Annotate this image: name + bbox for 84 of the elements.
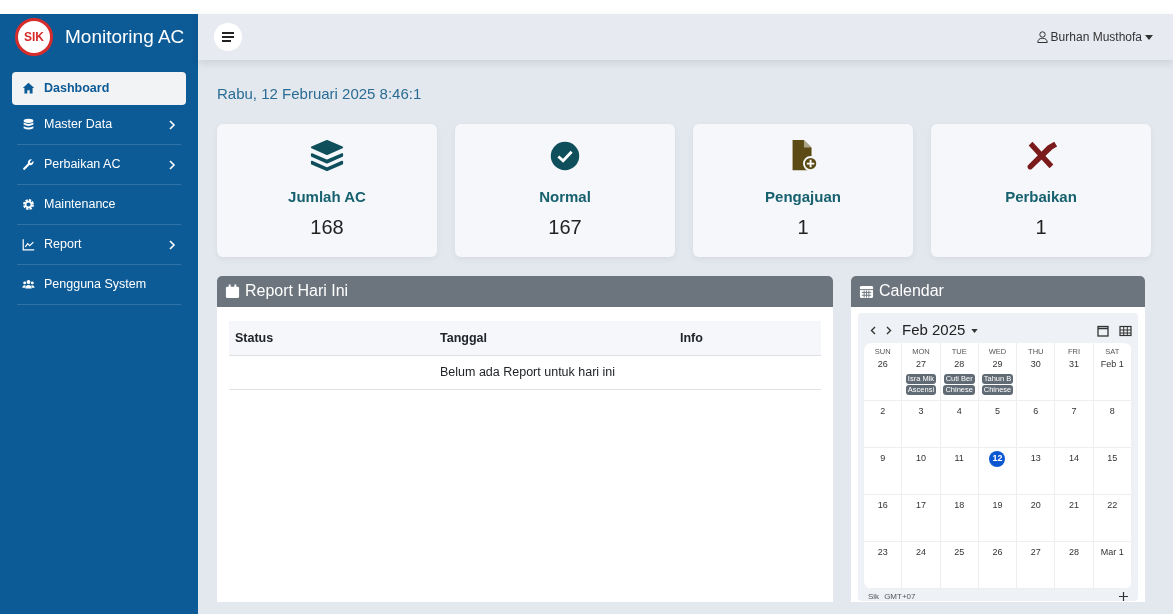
line-chart-icon [22,238,35,251]
day-number[interactable]: 4 [951,403,968,420]
day-number[interactable]: 30 [1027,356,1044,373]
chevron-left-icon [870,326,876,335]
calendar-icon [859,283,874,299]
calendar-owner: Sik [868,590,880,603]
sidebar-item[interactable]: Dashboard [12,72,186,105]
menu-icon [222,32,234,42]
column-header: Tanggal [434,320,674,356]
stat-label: Pengajuan [765,186,841,207]
day-number[interactable]: 19 [989,497,1006,514]
day-number[interactable]: Mar 1 [1100,544,1124,561]
day-number[interactable]: 29 [989,356,1006,373]
day-number[interactable]: 12 [989,450,1006,467]
column-header: Info [674,320,821,356]
day-number[interactable]: 31 [1066,356,1083,373]
day-number[interactable]: Feb 1 [1100,356,1124,373]
sidebar-item[interactable]: Master Data [12,108,186,141]
stat-value: 1 [797,215,809,240]
grid-view-icon[interactable] [1119,324,1132,337]
empty-message: Belum ada Report untuk hari ini [434,355,674,390]
day-number[interactable]: 18 [951,497,968,514]
sidebar-item[interactable]: Perbaikan AC [12,148,186,181]
day-number[interactable]: 27 [1027,544,1044,561]
caret-icon [1145,34,1153,40]
day-number[interactable]: 15 [1104,450,1121,467]
gear-icon [22,198,35,211]
user-icon [1036,31,1048,43]
stat-label: Perbaikan [1005,186,1077,207]
plus-icon [1119,592,1128,601]
user-menu[interactable]: Burhan Musthofa [1030,27,1159,47]
add-button[interactable] [1119,590,1128,603]
wrench-icon [22,158,35,171]
day-number[interactable]: 7 [1066,403,1083,420]
panel-title: Calendar [879,281,944,301]
caret-icon [971,328,979,333]
date-time: Rabu, 12 Februari 2025 8:46:1 [217,84,423,104]
day-number[interactable]: 28 [951,356,968,373]
calendar-view-icon[interactable] [1097,324,1109,337]
day-number[interactable]: 6 [1027,403,1044,420]
stat-value: 1 [1035,215,1047,240]
app-title: Monitoring AC [65,24,185,49]
day-number[interactable]: 10 [912,450,929,467]
chevron-right-icon [886,326,892,335]
timezone-label: GMT+07 [884,590,916,603]
day-number[interactable]: 28 [1066,544,1083,561]
month-dropdown[interactable]: Feb 2025 [902,319,979,342]
stat-label: Jumlah AC [288,186,366,207]
day-number[interactable]: 11 [951,450,968,467]
panel-title: Report Hari Ini [245,281,349,301]
day-number[interactable]: 21 [1066,497,1083,514]
sidebar-item[interactable]: Report [12,228,186,261]
stat-value: 167 [548,215,582,240]
database-icon [22,118,35,131]
home-icon [22,82,35,95]
sidebar-item[interactable]: Maintenance [12,188,186,221]
column-header: Status [229,320,434,356]
day-number[interactable]: 16 [874,497,891,514]
day-number[interactable]: 2 [874,403,891,420]
day-number[interactable]: 13 [1027,450,1044,467]
day-number[interactable]: 5 [989,403,1006,420]
users-icon [22,278,35,291]
previous-button[interactable] [870,326,876,335]
day-number[interactable]: 17 [912,497,929,514]
day-number[interactable]: 22 [1104,497,1121,514]
day-number[interactable]: 23 [874,544,891,561]
day-number[interactable]: 14 [1066,450,1083,467]
stat-value: 168 [310,215,344,240]
day-number[interactable]: 24 [912,544,929,561]
day-number[interactable]: 25 [951,544,968,561]
calendar-icon [225,283,240,299]
logo: SIK [15,18,53,56]
day-number[interactable]: 9 [874,450,891,467]
sidebar-item[interactable]: Pengguna System [12,268,186,301]
day-number[interactable]: 8 [1104,403,1121,420]
next-button[interactable] [886,326,892,335]
day-number[interactable]: 26 [989,544,1006,561]
day-number[interactable]: 26 [874,356,891,373]
layers-icon [309,137,345,174]
day-number[interactable]: 20 [1027,497,1044,514]
day-number[interactable]: 27 [912,356,929,373]
stat-label: Normal [539,186,591,207]
menu-button[interactable] [214,23,242,51]
day-number[interactable]: 3 [912,403,929,420]
